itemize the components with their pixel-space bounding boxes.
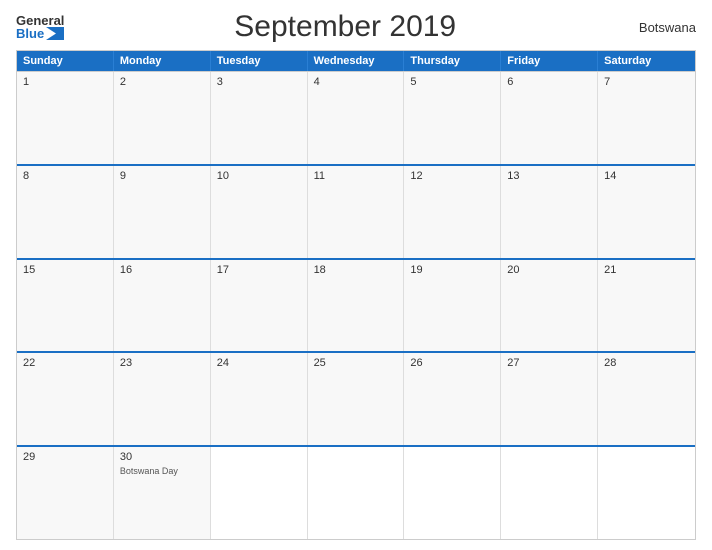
country-label: Botswana [626,20,696,35]
day-30: 30 Botswana Day [114,447,211,539]
day-18: 18 [308,260,405,352]
day-12: 12 [404,166,501,258]
day-empty-2 [308,447,405,539]
day-23: 23 [114,353,211,445]
week-row-1: 1 2 3 4 5 6 7 [17,71,695,164]
day-25: 25 [308,353,405,445]
logo: General Blue [16,14,64,40]
logo-blue-text: Blue [16,27,64,40]
day-20: 20 [501,260,598,352]
header-saturday: Saturday [598,51,695,71]
day-8: 8 [17,166,114,258]
botswana-day-label: Botswana Day [120,466,178,477]
header-thursday: Thursday [404,51,501,71]
week-row-4: 22 23 24 25 26 27 28 [17,351,695,445]
day-27: 27 [501,353,598,445]
day-16: 16 [114,260,211,352]
day-headers-row: Sunday Monday Tuesday Wednesday Thursday… [17,51,695,71]
day-5: 5 [404,72,501,164]
day-10: 10 [211,166,308,258]
day-29: 29 [17,447,114,539]
day-3: 3 [211,72,308,164]
header: General Blue September 2019 Botswana [16,10,696,44]
page: General Blue September 2019 Botswana Sun… [0,0,712,550]
day-24: 24 [211,353,308,445]
logo-flag-icon [46,27,64,40]
day-13: 13 [501,166,598,258]
day-empty-3 [404,447,501,539]
calendar: Sunday Monday Tuesday Wednesday Thursday… [16,50,696,540]
header-wednesday: Wednesday [308,51,405,71]
day-19: 19 [404,260,501,352]
header-sunday: Sunday [17,51,114,71]
day-empty-5 [598,447,695,539]
week-row-5: 29 30 Botswana Day [17,445,695,539]
day-22: 22 [17,353,114,445]
header-tuesday: Tuesday [211,51,308,71]
day-1: 1 [17,72,114,164]
day-2: 2 [114,72,211,164]
calendar-title: September 2019 [64,10,626,44]
day-empty-1 [211,447,308,539]
day-6: 6 [501,72,598,164]
day-7: 7 [598,72,695,164]
day-9: 9 [114,166,211,258]
day-21: 21 [598,260,695,352]
day-26: 26 [404,353,501,445]
day-empty-4 [501,447,598,539]
day-15: 15 [17,260,114,352]
week-row-2: 8 9 10 11 12 13 14 [17,164,695,258]
day-14: 14 [598,166,695,258]
day-4: 4 [308,72,405,164]
week-row-3: 15 16 17 18 19 20 21 [17,258,695,352]
calendar-weeks: 1 2 3 4 5 6 7 8 9 10 11 12 13 14 15 [17,71,695,539]
header-friday: Friday [501,51,598,71]
day-17: 17 [211,260,308,352]
day-28: 28 [598,353,695,445]
header-monday: Monday [114,51,211,71]
day-11: 11 [308,166,405,258]
